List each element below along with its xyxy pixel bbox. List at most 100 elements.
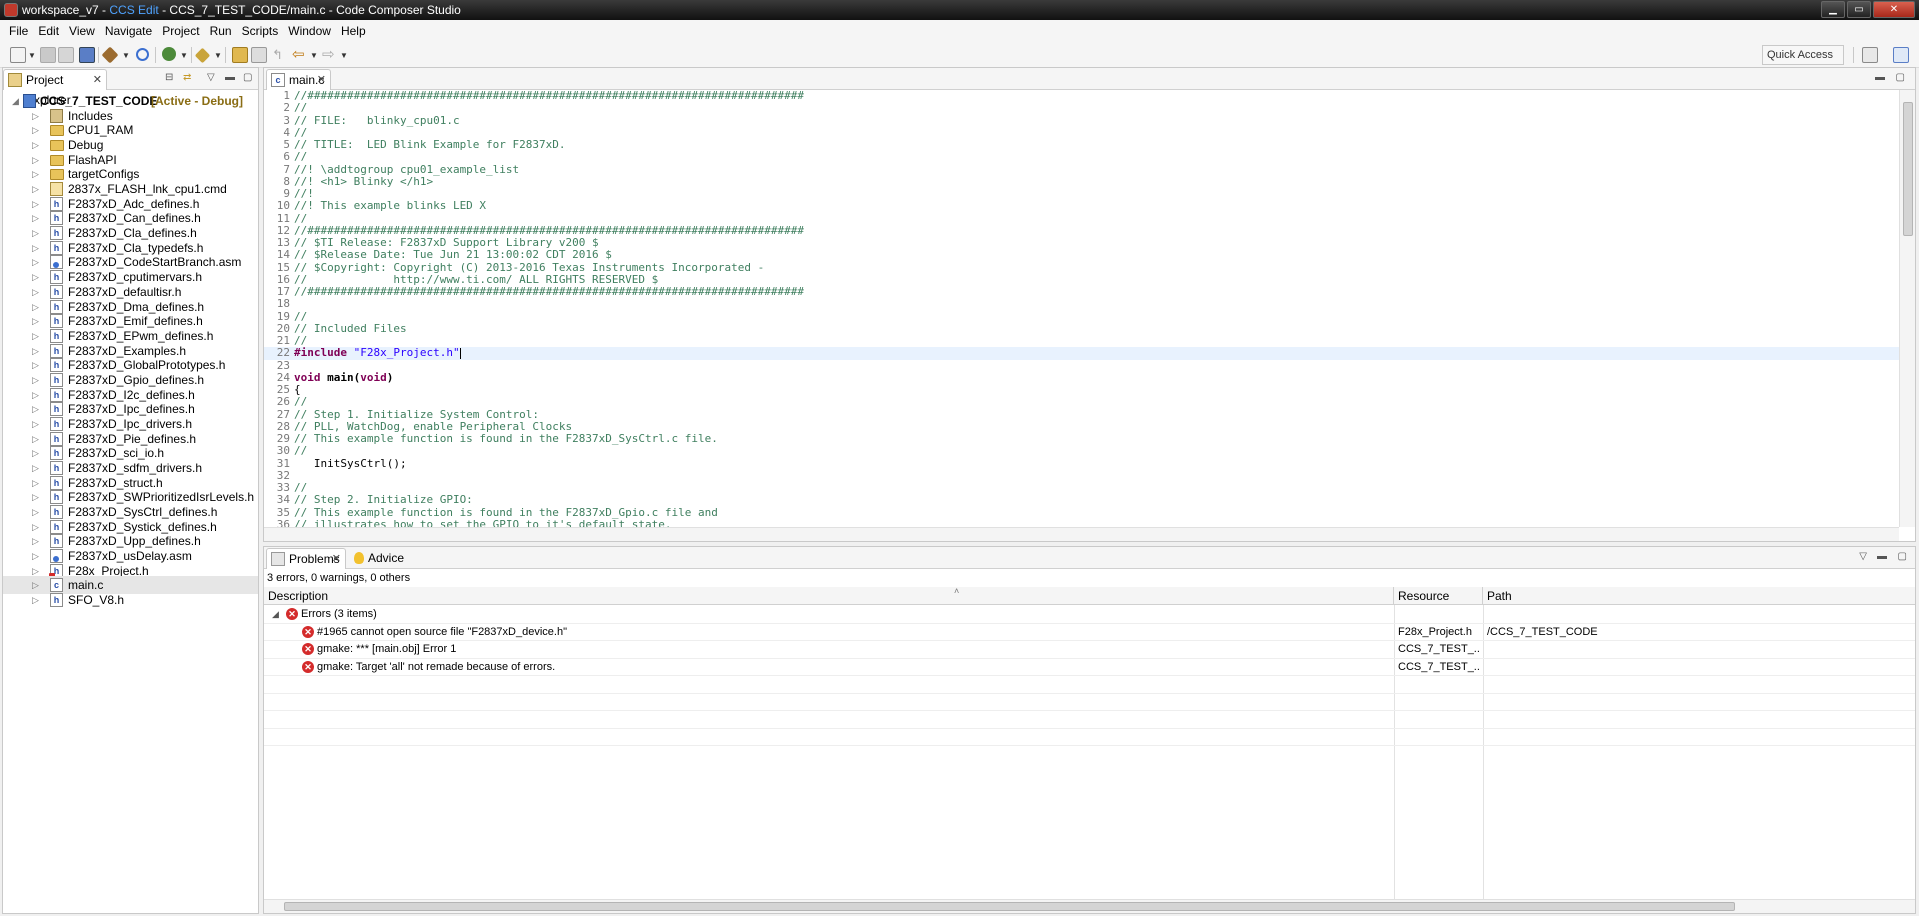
problem-description: #1965 cannot open source file "F2837xD_d… <box>317 625 567 638</box>
tab-main-c[interactable]: c main.c ✕ <box>266 69 331 90</box>
tab-project-explorer[interactable]: Project Explorer ✕ <box>3 69 107 107</box>
line-number: 11 <box>276 211 290 225</box>
menu-project[interactable]: Project <box>157 24 204 38</box>
open-perspective-icon[interactable] <box>1862 47 1878 63</box>
error-group-row[interactable]: ◢ ✕ Errors (3 items) <box>264 606 1915 624</box>
back-arrow-icon[interactable]: ⇦ <box>292 47 308 63</box>
comment: // This example function is found in the… <box>294 505 718 519</box>
debug-bug-icon[interactable] <box>162 47 176 61</box>
forward-dropdown-icon[interactable]: ▼ <box>340 51 348 60</box>
build-hammer-icon[interactable] <box>101 46 119 64</box>
line-number: 10 <box>276 199 290 213</box>
string-literal: "F28x_Project.h" <box>353 346 460 360</box>
window-title-perspective: CCS Edit <box>109 3 159 17</box>
column-header-resource[interactable]: Resource <box>1394 587 1483 605</box>
menu-scripts[interactable]: Scripts <box>237 24 284 38</box>
code-text: //######################################… <box>294 90 804 102</box>
scroll-thumb[interactable] <box>284 902 1735 911</box>
comment: // FILE: blinky_cpu01.c <box>294 113 460 127</box>
build-dropdown-icon[interactable]: ▼ <box>122 51 130 60</box>
maximize-button[interactable]: ▭ <box>1847 1 1871 18</box>
code-text: // FILE: blinky_cpu01.c <box>294 113 460 127</box>
menu-edit[interactable]: Edit <box>33 24 64 38</box>
last-edit-icon[interactable]: ↰ <box>272 47 288 63</box>
menu-view[interactable]: View <box>64 24 100 38</box>
editor-vertical-scrollbar[interactable] <box>1899 90 1915 527</box>
back-dropdown-icon[interactable]: ▼ <box>310 51 318 60</box>
column-header-description[interactable]: Description ˄ <box>264 586 1394 605</box>
error-group-label: Errors (3 items) <box>301 608 377 620</box>
new-dropdown-icon[interactable]: ▼ <box>28 51 36 60</box>
forward-arrow-icon[interactable]: ⇨ <box>322 47 338 63</box>
ccs-edit-perspective-icon[interactable] <box>1893 47 1909 63</box>
maximize-view-icon[interactable]: ▢ <box>1898 551 1907 562</box>
comment: // $Release Date: Tue Jun 21 13:00:02 CD… <box>294 248 612 262</box>
table-row[interactable]: ✕ gmake: Target 'all' not remade because… <box>264 659 1915 676</box>
tab-advice-label: Advice <box>368 551 405 565</box>
comment: // Step 1. Initialize System Control: <box>294 407 540 421</box>
expand-arrow-icon[interactable]: ◢ <box>272 606 279 623</box>
problem-description: gmake: *** [main.obj] Error 1 <box>317 643 457 655</box>
code-text: // illustrates how to set the GPIO to it… <box>294 518 672 527</box>
window-title-bar: workspace_v7 - CCS Edit - CCS_7_TEST_COD… <box>0 0 1919 20</box>
menu-navigate[interactable]: Navigate <box>100 24 157 38</box>
minimize-view-icon[interactable]: ▬ <box>1877 551 1887 562</box>
new-icon[interactable] <box>10 47 26 63</box>
empty-row <box>264 676 1915 694</box>
code-line: 3 // FILE: blinky_cpu01.c <box>264 113 1899 127</box>
flash-dropdown-icon[interactable]: ▼ <box>214 51 222 60</box>
editor-horizontal-scrollbar[interactable] <box>264 527 1899 541</box>
tree-item[interactable]: ▷ h SFO_V8.h <box>3 591 258 609</box>
menu-run[interactable]: Run <box>205 24 237 38</box>
line-number: 35 <box>276 505 290 519</box>
minimize-view-icon[interactable]: ▬ <box>1875 72 1885 83</box>
minimize-button[interactable]: ▁ <box>1821 1 1845 18</box>
tree-item-label: SFO_V8.h <box>68 593 125 608</box>
save-icon[interactable] <box>40 47 56 63</box>
debug-dropdown-icon[interactable]: ▼ <box>180 51 188 60</box>
close-tab-icon[interactable]: ✕ <box>93 70 102 90</box>
link-with-editor-icon[interactable]: ⇄ <box>183 72 191 83</box>
flash-icon[interactable] <box>194 47 211 64</box>
line-number: 14 <box>276 248 290 262</box>
problems-horizontal-scrollbar[interactable] <box>264 899 1915 913</box>
close-window-button[interactable]: ✕ <box>1873 1 1915 18</box>
comment: // PLL, WatchDog, enable Peripheral Cloc… <box>294 419 573 433</box>
quick-access-field[interactable]: Quick Access <box>1762 45 1844 65</box>
table-row[interactable]: ✕ gmake: *** [main.obj] Error 1 CCS_7_TE… <box>264 641 1915 659</box>
code-line: 32 <box>264 469 1899 482</box>
column-header-path[interactable]: Path <box>1483 587 1915 605</box>
toggle-mark-icon[interactable] <box>251 47 267 63</box>
search-icon[interactable] <box>136 48 149 61</box>
maximize-view-icon[interactable]: ▢ <box>243 72 252 83</box>
code-line: 33// <box>264 481 1899 494</box>
view-menu-icon[interactable]: ▽ <box>207 72 215 83</box>
collapse-all-icon[interactable]: ⊟ <box>165 72 173 83</box>
save-all-icon[interactable] <box>58 47 74 63</box>
close-tab-icon[interactable]: ✕ <box>317 70 326 90</box>
line-number: 27 <box>276 407 290 421</box>
code-editor[interactable]: 1//#####################################… <box>264 90 1899 527</box>
main-toolbar: ▼ ▼ ▼ ▼ ↰ ⇦ ▼ ⇨ ▼ Quick Access <box>0 42 1919 68</box>
collapsed-arrow-icon[interactable]: ▷ <box>32 591 39 609</box>
tab-problems[interactable]: Problems ✕ <box>266 548 346 569</box>
problems-panel: Problems ✕ Advice ▽ ▬ ▢ 3 errors, 0 warn… <box>263 546 1916 914</box>
line-number: 3 <box>283 113 290 127</box>
menu-file[interactable]: File <box>4 24 33 38</box>
comment: //######################################… <box>294 223 804 237</box>
close-tab-icon[interactable]: ✕ <box>332 549 341 569</box>
minimize-view-icon[interactable]: ▬ <box>225 72 235 83</box>
maximize-view-icon[interactable]: ▢ <box>1896 72 1905 83</box>
console-icon[interactable] <box>79 47 95 63</box>
menu-window[interactable]: Window <box>283 24 336 38</box>
tab-advice[interactable]: Advice <box>352 549 404 569</box>
problems-summary: 3 errors, 0 warnings, 0 others <box>267 572 411 584</box>
code-text: //! This example blinks LED X <box>294 200 486 212</box>
view-menu-icon[interactable]: ▽ <box>1859 551 1867 562</box>
table-row[interactable]: ✕ #1965 cannot open source file "F2837xD… <box>264 624 1915 641</box>
scroll-thumb[interactable] <box>1903 102 1913 236</box>
code-line: 23 <box>264 359 1899 372</box>
comment: // <box>294 101 308 115</box>
menu-help[interactable]: Help <box>336 24 371 38</box>
open-type-icon[interactable] <box>232 47 248 63</box>
